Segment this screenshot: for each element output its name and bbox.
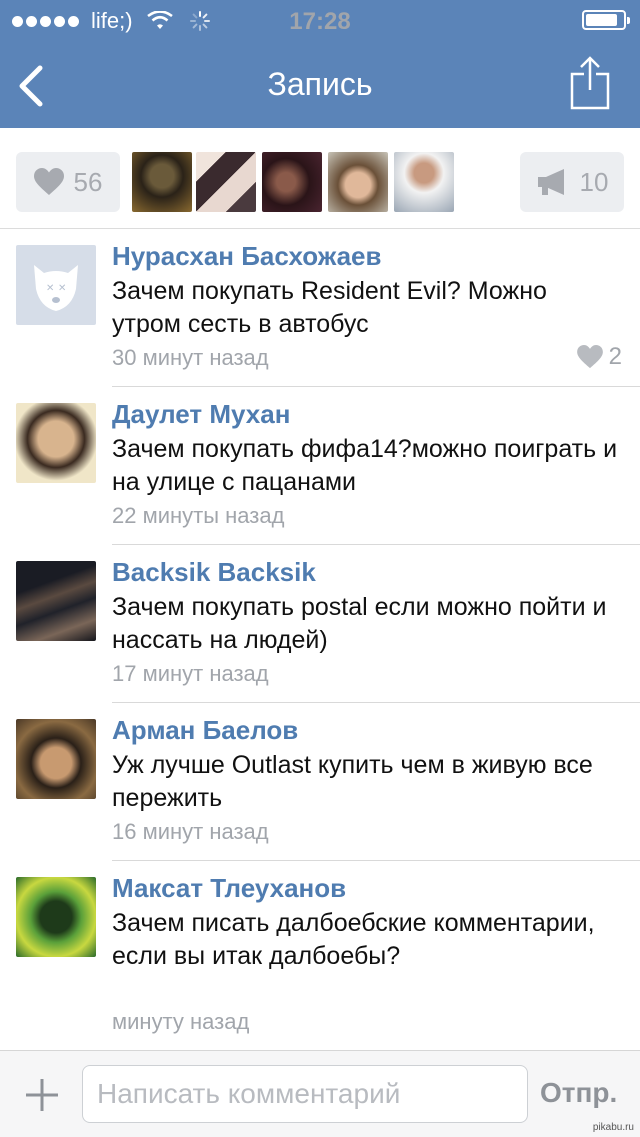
comment-item: Даулет Мухан Зачем покупать фифа14?можно…: [0, 387, 640, 545]
header: life;) 17:28 Запись: [0, 0, 640, 128]
comment-author[interactable]: Нурасхан Басхожаев: [112, 241, 381, 272]
liker-avatar[interactable]: [196, 152, 256, 212]
comment-author[interactable]: Арман Баелов: [112, 715, 298, 746]
liker-avatar[interactable]: [132, 152, 192, 212]
status-bar: life;) 17:28: [0, 0, 640, 40]
comment-input[interactable]: [82, 1065, 528, 1123]
heart-icon: [576, 345, 603, 369]
megaphone-icon: [537, 169, 564, 195]
page-title: Запись: [267, 66, 373, 102]
avatar[interactable]: ✕ ✕: [16, 245, 96, 325]
comment-time: 22 минуты назад: [112, 503, 285, 528]
comment-time: 17 минут назад: [112, 661, 269, 686]
comment-author[interactable]: Даулет Мухан: [112, 399, 290, 430]
comment-text: Зачем покупать postal если можно пойти и…: [112, 593, 607, 654]
avatar[interactable]: [16, 719, 96, 799]
svg-text:✕: ✕: [46, 283, 54, 294]
comment-item: Максат Тлеуханов Зачем писать далбоебски…: [0, 861, 640, 1050]
liker-avatar[interactable]: [328, 152, 388, 212]
avatar[interactable]: [16, 403, 96, 483]
like-count: 56: [73, 166, 103, 197]
comment-like-count: 2: [608, 343, 622, 370]
battery-icon: [582, 10, 630, 30]
share-icon[interactable]: [570, 56, 610, 110]
repost-button[interactable]: 10: [520, 152, 624, 212]
comment-item: Backsik Backsik Зачем покупать postal ес…: [0, 545, 640, 703]
comment-text: Уж лучше Outlast купить чем в живую все …: [112, 751, 593, 812]
likes-row: 56 10: [0, 128, 640, 229]
dog-placeholder-icon: ✕ ✕: [34, 265, 78, 311]
comment-text: Зачем покупать Resident Evil? Можно утро…: [112, 277, 547, 338]
comment-text: Зачем писать далбоебские комментарии, ес…: [112, 909, 595, 970]
svg-text:✕: ✕: [58, 283, 66, 294]
comment-like-button[interactable]: 2: [576, 343, 622, 371]
heart-icon: [33, 168, 64, 195]
watermark: pikabu.ru: [592, 1122, 634, 1133]
send-button[interactable]: Отпр.: [540, 1077, 617, 1109]
comment-time: 30 минут назад: [112, 345, 269, 370]
comment-item: Арман Баелов Уж лучше Outlast купить чем…: [0, 703, 640, 861]
comment-item: ✕ ✕ Нурасхан Басхожаев Зачем покупать Re…: [0, 229, 640, 387]
comment-composer: Отпр. pikabu.ru: [0, 1050, 640, 1137]
avatar[interactable]: [16, 561, 96, 641]
comment-time: минуту назад: [112, 1009, 250, 1034]
avatar[interactable]: [16, 877, 96, 957]
status-time: 17:28: [289, 8, 351, 35]
plus-icon[interactable]: [22, 1075, 62, 1115]
comment-author[interactable]: Максат Тлеуханов: [112, 873, 346, 904]
liker-avatar[interactable]: [394, 152, 454, 212]
comment-author[interactable]: Backsik Backsik: [112, 557, 316, 588]
comment-time: 16 минут назад: [112, 819, 269, 844]
comment-text: Зачем покупать фифа14?можно поиграть и н…: [112, 435, 618, 496]
liker-avatar[interactable]: [262, 152, 322, 212]
repost-count: 10: [579, 166, 609, 197]
like-button[interactable]: 56: [16, 152, 120, 212]
